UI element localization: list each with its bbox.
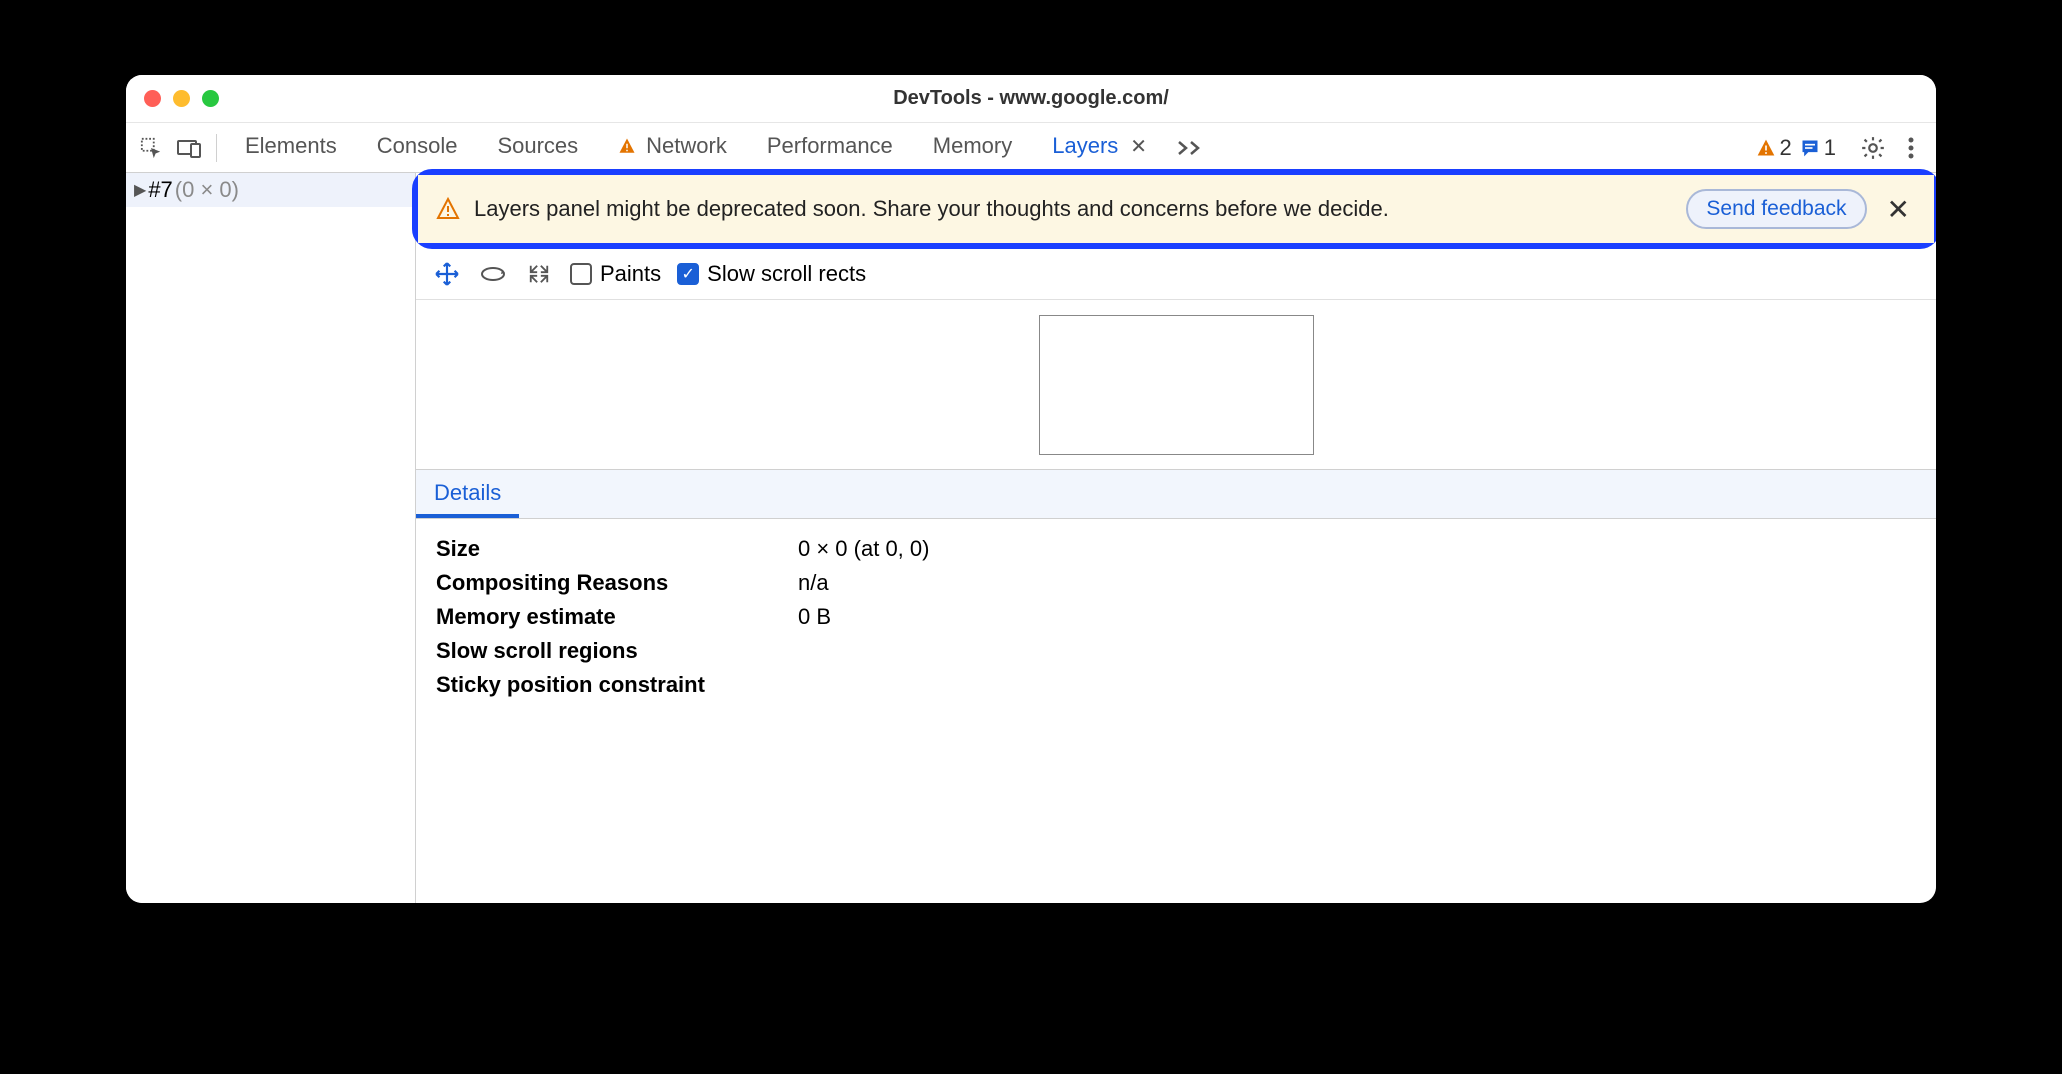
panel-tabs: Elements Console Sources Network Perform… (225, 123, 1213, 172)
tab-label: Network (646, 133, 727, 159)
kebab-menu-icon[interactable] (1892, 129, 1930, 167)
viewport-rect (1039, 315, 1314, 455)
rotate-icon[interactable] (478, 259, 508, 289)
detail-row: Slow scroll regions (436, 635, 929, 667)
tab-label: Elements (245, 133, 337, 159)
slow-rects-label: Slow scroll rects (707, 261, 866, 287)
close-tab-icon[interactable]: ✕ (1130, 134, 1147, 159)
tab-performance[interactable]: Performance (747, 123, 913, 172)
titlebar: DevTools - www.google.com/ (126, 75, 1936, 123)
paints-toggle[interactable]: Paints (570, 261, 661, 287)
tab-label: Sources (497, 133, 578, 159)
checkbox-off-icon[interactable] (570, 263, 592, 285)
messages-count[interactable]: 1 (1800, 135, 1836, 161)
checkbox-on-icon[interactable]: ✓ (677, 263, 699, 285)
highlight-frame: Layers panel might be deprecated soon. S… (412, 169, 1936, 249)
send-feedback-button[interactable]: Send feedback (1686, 189, 1866, 229)
tab-details[interactable]: Details (416, 470, 519, 518)
paints-label: Paints (600, 261, 661, 287)
detail-value (798, 669, 929, 701)
detail-row: Memory estimate0 B (436, 601, 929, 633)
detail-key: Size (436, 533, 796, 565)
detail-value: 0 × 0 (at 0, 0) (798, 533, 929, 565)
device-toolbar-icon[interactable] (170, 129, 208, 167)
tab-label: Performance (767, 133, 893, 159)
detail-row: Compositing Reasonsn/a (436, 567, 929, 599)
detail-value: n/a (798, 567, 929, 599)
detail-row: Sticky position constraint (436, 669, 929, 701)
devtools-window: DevTools - www.google.com/ Elements Cons… (126, 75, 1936, 903)
warning-icon (436, 197, 460, 221)
messages-number: 1 (1824, 135, 1836, 161)
close-window-button[interactable] (144, 90, 161, 107)
tab-label: Memory (933, 133, 1012, 159)
content-area: ▶ #7 (0 × 0) Layers panel might be depre… (126, 173, 1936, 903)
close-banner-icon[interactable]: ✕ (1881, 193, 1916, 226)
warning-icon (618, 137, 636, 155)
tab-memory[interactable]: Memory (913, 123, 1032, 172)
detail-value: 0 B (798, 601, 929, 633)
inspect-element-icon[interactable] (132, 129, 170, 167)
reset-view-icon[interactable] (524, 259, 554, 289)
tab-label: Layers (1052, 133, 1118, 159)
issue-counts[interactable]: 2 1 (1756, 135, 1837, 161)
settings-icon[interactable] (1854, 129, 1892, 167)
detail-key: Compositing Reasons (436, 567, 796, 599)
window-controls (144, 90, 219, 107)
tab-layers[interactable]: Layers ✕ (1032, 123, 1167, 172)
layer-id: #7 (148, 177, 172, 203)
zoom-window-button[interactable] (202, 90, 219, 107)
layers-tree: ▶ #7 (0 × 0) (126, 173, 416, 903)
slow-scroll-rects-toggle[interactable]: ✓ Slow scroll rects (677, 261, 866, 287)
layers-view-toolbar: Paints ✓ Slow scroll rects (416, 249, 1936, 300)
layer-tree-item[interactable]: ▶ #7 (0 × 0) (126, 173, 415, 207)
detail-row: Size0 × 0 (at 0, 0) (436, 533, 929, 565)
tab-console[interactable]: Console (357, 123, 478, 172)
layers-3d-viewport[interactable] (416, 300, 1936, 470)
details-tabstrip: Details (416, 470, 1936, 519)
tab-label: Console (377, 133, 458, 159)
layer-size-dim: (0 × 0) (175, 177, 239, 203)
minimize-window-button[interactable] (173, 90, 190, 107)
layers-main: Layers panel might be deprecated soon. S… (416, 173, 1936, 903)
warnings-number: 2 (1780, 135, 1792, 161)
expand-caret-icon[interactable]: ▶ (134, 180, 146, 200)
pan-icon[interactable] (432, 259, 462, 289)
more-tabs-icon[interactable] (1167, 129, 1213, 167)
tab-elements[interactable]: Elements (225, 123, 357, 172)
detail-key: Slow scroll regions (436, 635, 796, 667)
detail-key: Memory estimate (436, 601, 796, 633)
detail-key: Sticky position constraint (436, 669, 796, 701)
detail-value (798, 635, 929, 667)
tab-network[interactable]: Network (598, 123, 747, 172)
window-title: DevTools - www.google.com/ (126, 87, 1936, 110)
toolbar-divider (216, 134, 217, 162)
banner-text: Layers panel might be deprecated soon. S… (474, 196, 1672, 222)
tab-sources[interactable]: Sources (477, 123, 598, 172)
main-toolbar: Elements Console Sources Network Perform… (126, 123, 1936, 173)
deprecation-banner: Layers panel might be deprecated soon. S… (418, 175, 1934, 243)
layer-details: Size0 × 0 (at 0, 0) Compositing Reasonsn… (416, 519, 1936, 715)
warnings-count[interactable]: 2 (1756, 135, 1792, 161)
